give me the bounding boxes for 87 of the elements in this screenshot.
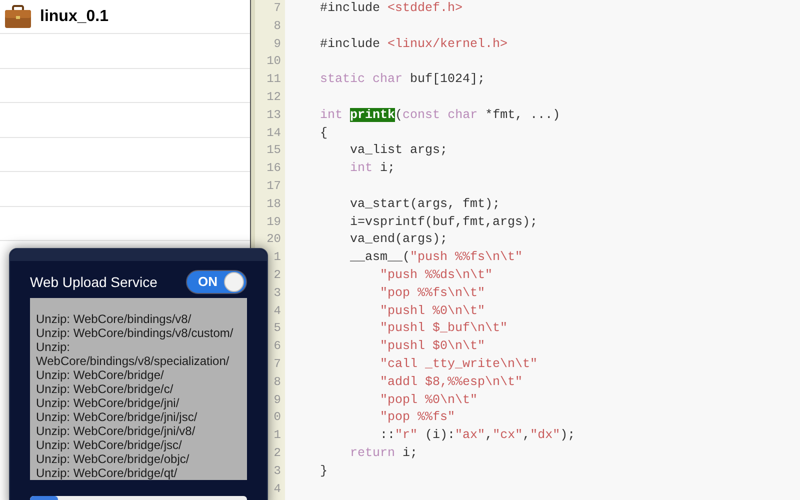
log-line: Unzip: WebCore/bridge/c/ <box>36 382 174 396</box>
code-token: { <box>320 126 328 140</box>
line-number: 3 <box>272 462 281 480</box>
code-token: "ax" <box>455 428 486 442</box>
line-number: 14 <box>266 124 281 142</box>
line-number: 13 <box>266 106 281 124</box>
log-line: Unzip: WebCore/bridge/ <box>36 368 165 382</box>
code-token: :: <box>379 428 396 442</box>
code-token: "pop %%fs" <box>379 410 456 424</box>
line-number: 4 <box>272 302 281 320</box>
code-token: i=vsprintf(buf,fmt,args); <box>349 214 538 229</box>
code-token: va_end(args); <box>349 232 448 246</box>
line-number: 5 <box>272 320 281 338</box>
code-token: va_list args; <box>349 143 448 158</box>
panel-title: Web Upload Service <box>30 272 158 292</box>
search-match: printk <box>350 108 396 122</box>
code-token: __asm__( <box>349 250 410 264</box>
code-token: , <box>522 428 530 442</box>
log-line: Unzip: WebCore/bindings/v8/specialization/ <box>36 340 230 368</box>
line-number: 9 <box>272 392 281 409</box>
line-number: 6 <box>272 338 281 356</box>
code-token: } <box>320 464 328 478</box>
code-token: buf[1024]; <box>409 72 486 86</box>
line-number: 10 <box>266 53 281 70</box>
code-token: int <box>349 161 373 176</box>
code-token: #include <box>320 36 382 51</box>
code-token: va_start(args, fmt); <box>349 196 500 211</box>
line-number: 16 <box>266 160 281 178</box>
line-number: 2 <box>272 444 281 462</box>
line-number: 7 <box>272 356 281 373</box>
code-token: , <box>485 428 493 442</box>
code-token: int <box>320 108 344 122</box>
code-token: "push %%fs\n\t" <box>410 250 523 264</box>
code-token: "call _tty_write\n\t" <box>379 356 538 371</box>
line-number: 4 <box>272 480 281 498</box>
line-number: 18 <box>266 196 281 213</box>
log-line: Unzip: WebCore/bridge/jni/v8/ <box>36 424 196 438</box>
line-number: 17 <box>266 178 281 195</box>
code-token: "popl %0\n\t" <box>379 392 478 407</box>
code-token: (i): <box>424 428 456 442</box>
line-number: 0 <box>272 409 281 426</box>
code-token: "pushl $_buf\n\t" <box>379 321 508 336</box>
line-number: 1 <box>272 249 281 266</box>
line-number: 2 <box>272 266 281 284</box>
briefcase-icon <box>4 4 32 28</box>
code-token: const <box>402 108 440 122</box>
code-token: ( <box>395 108 403 122</box>
line-number: 7 <box>272 0 281 17</box>
code-token: "pop %%fs\n\t" <box>379 286 486 300</box>
project-item[interactable]: linux_0.1 <box>0 0 250 34</box>
log-line: Unzip: WebCore/bridge/qt/ <box>36 466 178 480</box>
line-number: 12 <box>266 88 281 106</box>
project-name: linux_0.1 <box>40 6 108 26</box>
line-number: 3 <box>272 284 281 302</box>
code-token: static <box>320 72 366 86</box>
code-token: i; <box>402 446 418 460</box>
code-token: i; <box>379 161 396 176</box>
log-line: Unzip: WebCore/bindings/v8/ <box>36 312 192 326</box>
line-number: 9 <box>272 36 281 53</box>
code-token: "cx" <box>492 428 523 442</box>
code-token: "dx" <box>530 428 560 442</box>
line-number: 1 <box>272 427 281 444</box>
on-off-switch[interactable]: ON <box>186 270 247 294</box>
code-token: #include <box>320 1 382 15</box>
code-token: char <box>372 72 403 86</box>
code-token: "pushl $0\n\t" <box>379 339 486 354</box>
line-number: 8 <box>272 18 281 35</box>
code-token: return <box>349 446 396 460</box>
line-number: 15 <box>266 142 281 160</box>
code-token: "pushl %0\n\t" <box>379 304 486 318</box>
line-number: 11 <box>266 71 281 88</box>
code-token: "push %%ds\n\t" <box>379 268 493 282</box>
code-token: char <box>446 108 478 122</box>
line-number: 8 <box>272 374 281 391</box>
line-number: 19 <box>266 214 281 231</box>
line-number: 20 <box>266 231 281 248</box>
log-line: Unzip: WebCore/bridge/jni/ <box>36 396 180 410</box>
code-token: *fmt, ...) <box>484 108 560 122</box>
code-token: <linux/kernel.h> <box>388 36 508 51</box>
log-line: Unzip: WebCore/bindings/v8/custom/ <box>36 326 234 340</box>
code-token: ); <box>560 428 576 442</box>
code-token: "addl $8,%%esp\n\t" <box>379 374 523 389</box>
log-line: Unzip: WebCore/bridge/objc/ <box>36 452 190 466</box>
log-line: Unzip: WebCore/bridge/jni/jsc/ <box>36 410 198 424</box>
log-line: Unzip: WebCore/bridge/jsc/ <box>36 438 183 452</box>
code-token: <stddef.h> <box>388 1 463 15</box>
code-token: "r" <box>395 428 418 442</box>
